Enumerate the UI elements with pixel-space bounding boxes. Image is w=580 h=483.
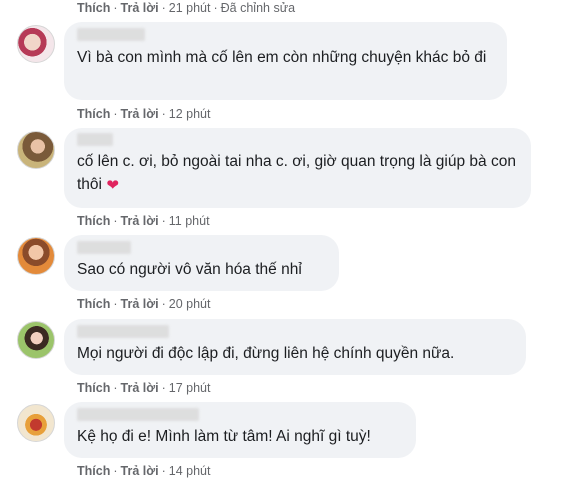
like-link[interactable]: Thích: [77, 214, 110, 228]
comment-bubble: Kệ họ đi e! Mình làm từ tâm! Ai nghĩ gì …: [64, 402, 416, 458]
separator: ·: [161, 381, 166, 395]
comment-text: Kệ họ đi e! Mình làm từ tâm! Ai nghĩ gì …: [77, 428, 371, 445]
comment-actions: Thích · Trả lời · 12 phút: [77, 107, 210, 121]
like-link[interactable]: Thích: [77, 297, 110, 311]
comment-text: cố lên c. ơi, bỏ ngoài tai nha c. ơi, gi…: [77, 153, 516, 193]
timestamp[interactable]: 12 phút: [169, 107, 211, 121]
separator: ·: [113, 1, 118, 15]
separator: ·: [113, 381, 118, 395]
like-link[interactable]: Thích: [77, 107, 110, 121]
previous-comment-actions: Thích · Trả lời · 21 phút · Đã chỉnh sửa: [77, 1, 295, 15]
separator: ·: [113, 297, 118, 311]
comment-actions: Thích · Trả lời · 17 phút: [77, 381, 210, 395]
like-link[interactable]: Thích: [77, 464, 110, 478]
comment-actions: Thích · Trả lời · 11 phút: [77, 214, 210, 228]
avatar[interactable]: [17, 237, 55, 275]
commenter-name-redacted[interactable]: [77, 408, 199, 421]
avatar[interactable]: [17, 404, 55, 442]
edited-label: Đã chỉnh sửa: [220, 1, 296, 15]
timestamp[interactable]: 11 phút: [169, 214, 210, 228]
reply-link[interactable]: Trả lời: [121, 107, 159, 121]
avatar[interactable]: [17, 131, 55, 169]
comment-text: Mọi người đi độc lập đi, đừng liên hệ ch…: [77, 345, 455, 362]
comment-actions: Thích · Trả lời · 14 phút: [77, 464, 210, 478]
reply-link[interactable]: Trả lời: [121, 297, 159, 311]
comment-text: Vì bà con mình mà cố lên em còn những ch…: [77, 49, 487, 66]
like-link[interactable]: Thích: [77, 381, 110, 395]
comment-text-wrapper: cố lên c. ơi, bỏ ngoài tai nha c. ơi, gi…: [77, 150, 519, 197]
timestamp[interactable]: 17 phút: [169, 381, 211, 395]
reply-link[interactable]: Trả lời: [121, 464, 159, 478]
timestamp[interactable]: 21 phút: [169, 1, 211, 15]
separator: ·: [213, 1, 218, 15]
avatar[interactable]: [17, 25, 55, 63]
comment-bubble: cố lên c. ơi, bỏ ngoài tai nha c. ơi, gi…: [64, 128, 531, 208]
heart-emoji-icon: ❤: [106, 177, 119, 194]
comment-text: Sao có người vô văn hóa thế nhỉ: [77, 261, 302, 278]
comment-actions: Thích · Trả lời · 20 phút: [77, 297, 210, 311]
separator: ·: [113, 107, 118, 121]
comment-thread: Thích · Trả lời · 21 phút · Đã chỉnh sửa Vì bà…: [0, 0, 580, 483]
commenter-name-redacted[interactable]: [77, 325, 169, 338]
separator: ·: [113, 464, 118, 478]
timestamp[interactable]: 20 phút: [169, 297, 211, 311]
comment-bubble: Sao có người vô văn hóa thế nhỉ: [64, 235, 339, 291]
separator: ·: [161, 464, 166, 478]
separator: ·: [161, 214, 166, 228]
reply-link[interactable]: Trả lời: [121, 381, 159, 395]
avatar[interactable]: [17, 321, 55, 359]
timestamp[interactable]: 14 phút: [169, 464, 211, 478]
reply-link[interactable]: Trả lời: [121, 1, 159, 15]
like-link[interactable]: Thích: [77, 1, 110, 15]
separator: ·: [161, 297, 166, 311]
commenter-name-redacted[interactable]: [77, 28, 145, 41]
separator: ·: [161, 1, 166, 15]
separator: ·: [113, 214, 118, 228]
comment-bubble: Vì bà con mình mà cố lên em còn những ch…: [64, 22, 507, 100]
separator: ·: [161, 107, 166, 121]
comment-bubble: Mọi người đi độc lập đi, đừng liên hệ ch…: [64, 319, 526, 375]
commenter-name-redacted[interactable]: [77, 133, 113, 146]
commenter-name-redacted[interactable]: [77, 241, 131, 254]
reply-link[interactable]: Trả lời: [121, 214, 159, 228]
